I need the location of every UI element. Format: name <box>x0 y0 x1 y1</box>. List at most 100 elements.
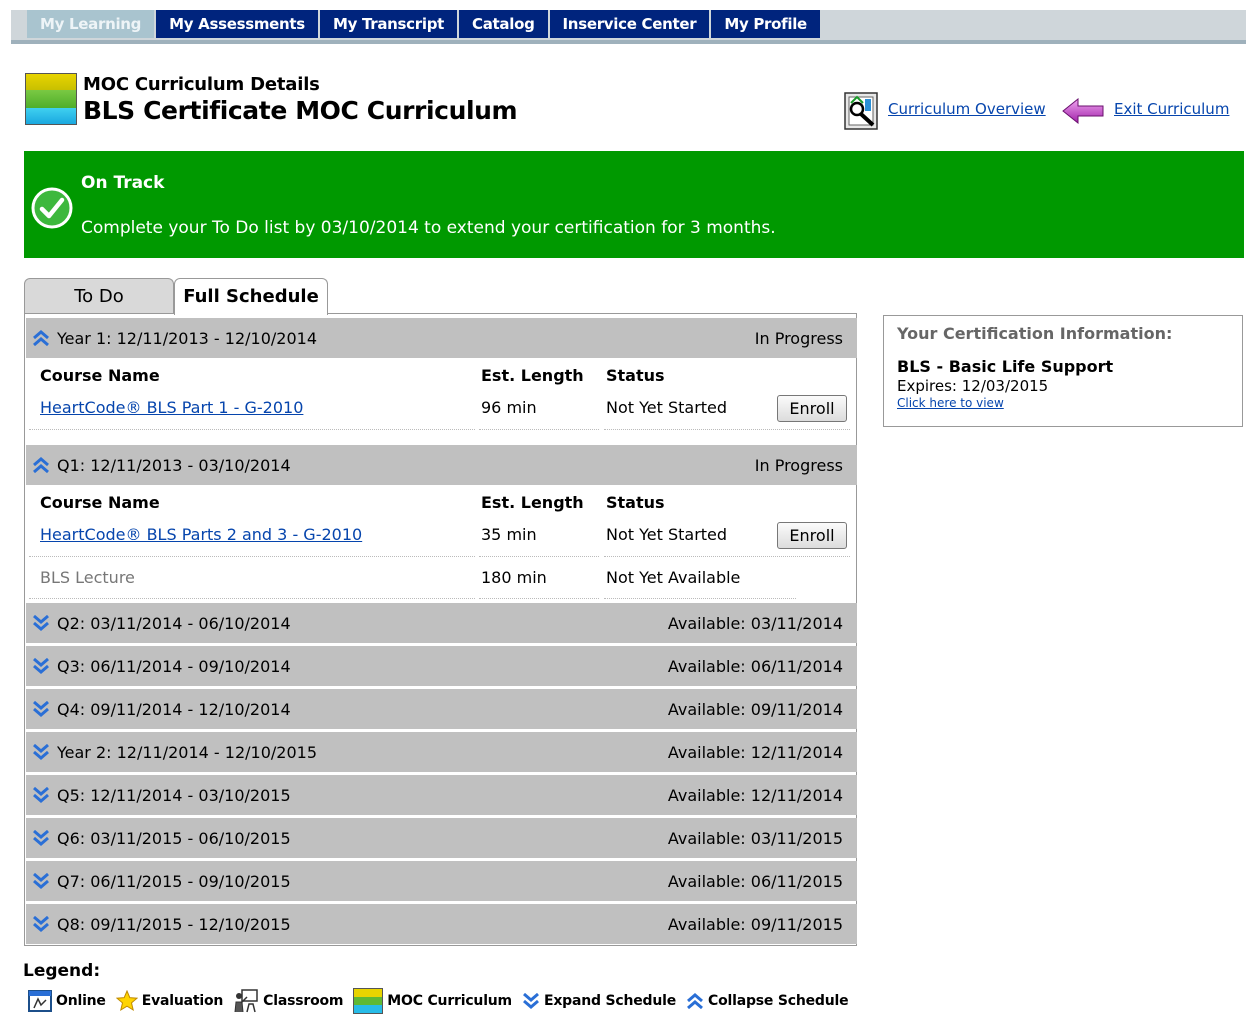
legend-item-expand-schedule: Expand Schedule <box>522 993 676 1009</box>
moc-curriculum-icon <box>25 73 77 125</box>
banner-message: Complete your To Do list by 03/10/2014 t… <box>81 218 776 238</box>
expand-chevron-icon[interactable] <box>32 873 50 889</box>
schedule-row-available: Available: 12/11/2014 <box>667 743 843 762</box>
legend-label: Collapse Schedule <box>708 993 849 1009</box>
schedule-row-label: Q6: 03/11/2015 - 06/10/2015 <box>57 829 291 848</box>
schedule-row-q6[interactable]: Q6: 03/11/2015 - 06/10/2015 Available: 0… <box>26 818 857 858</box>
schedule-row-state: In Progress <box>754 329 843 348</box>
expand-chevron-icon[interactable] <box>32 615 50 631</box>
schedule-row-label: Q8: 09/11/2015 - 12/10/2015 <box>57 915 291 934</box>
legend-label: Online <box>56 993 106 1009</box>
legend-title: Legend: <box>23 961 101 981</box>
legend-label: MOC Curriculum <box>387 993 512 1009</box>
course-status: Not Yet Available <box>606 568 741 587</box>
course-length: 96 min <box>481 398 537 417</box>
schedule-row-available: Available: 03/11/2015 <box>667 829 843 848</box>
check-circle-icon <box>31 187 73 229</box>
expand-chevron-icon[interactable] <box>32 787 50 803</box>
collapse-chevron-icon <box>687 993 703 1009</box>
legend-item-collapse-schedule: Collapse Schedule <box>686 993 849 1009</box>
nav-tab-my-assessments[interactable]: My Assessments <box>156 10 318 38</box>
course-length: 180 min <box>481 568 547 587</box>
legend-item-online: Online <box>28 990 106 1012</box>
legend: Online Evaluation Classroom MOC Curricul… <box>28 988 858 1014</box>
expand-chevron-icon[interactable] <box>32 916 50 932</box>
course-status: Not Yet Started <box>606 525 728 544</box>
course-link-bls-part-1[interactable]: HeartCode® BLS Part 1 - G-2010 <box>40 398 303 417</box>
banner-title: On Track <box>81 173 165 193</box>
certification-expires: Expires: 12/03/2015 <box>897 377 1049 395</box>
schedule-row-state: In Progress <box>754 456 843 475</box>
course-link-bls-parts-2-and-3[interactable]: HeartCode® BLS Parts 2 and 3 - G-2010 <box>40 525 362 544</box>
expand-chevron-icon[interactable] <box>32 701 50 717</box>
tab-to-do[interactable]: To Do <box>24 278 174 314</box>
schedule-row-label: Q4: 09/11/2014 - 12/10/2014 <box>57 700 291 719</box>
certification-heading: Your Certification Information: <box>897 324 1173 343</box>
schedule-row-available: Available: 03/11/2014 <box>667 614 843 633</box>
schedule-row-q8[interactable]: Q8: 09/11/2015 - 12/10/2015 Available: 0… <box>26 904 857 944</box>
course-status: Not Yet Started <box>606 398 728 417</box>
tab-full-schedule[interactable]: Full Schedule <box>174 278 328 315</box>
column-header-est-length: Est. Length <box>481 493 584 512</box>
expand-chevron-icon[interactable] <box>32 744 50 760</box>
row-divider <box>604 598 796 599</box>
legend-item-classroom: Classroom <box>233 989 343 1013</box>
top-nav-bar: My Learning My Assessments My Transcript… <box>11 10 1246 44</box>
legend-label: Classroom <box>263 993 344 1009</box>
evaluation-star-icon <box>115 990 138 1012</box>
nav-tab-my-transcript[interactable]: My Transcript <box>319 10 458 38</box>
certification-view-link[interactable]: Click here to view <box>897 396 1004 410</box>
collapse-chevron-icon[interactable] <box>32 330 50 346</box>
schedule-panel: Year 1: 12/11/2013 - 12/10/2014 In Progr… <box>24 313 857 946</box>
column-header-status: Status <box>606 493 665 512</box>
collapse-chevron-icon[interactable] <box>32 457 50 473</box>
course-length: 35 min <box>481 525 537 544</box>
certification-name: BLS - Basic Life Support <box>897 357 1114 376</box>
exit-arrow-icon[interactable] <box>1062 98 1104 124</box>
row-divider <box>479 429 599 430</box>
column-header-course-name: Course Name <box>40 366 160 385</box>
schedule-row-q3[interactable]: Q3: 06/11/2014 - 09/10/2014 Available: 0… <box>26 646 857 686</box>
row-divider <box>29 429 475 430</box>
nav-tab-my-learning[interactable]: My Learning <box>27 10 155 38</box>
row-divider <box>479 556 599 557</box>
schedule-row-year-1[interactable]: Year 1: 12/11/2013 - 12/10/2014 In Progr… <box>26 318 857 358</box>
curriculum-overview-link[interactable]: Curriculum Overview <box>888 100 1046 118</box>
status-banner: On Track Complete your To Do list by 03/… <box>24 151 1244 258</box>
nav-tab-my-profile[interactable]: My Profile <box>711 10 820 38</box>
curriculum-overview-icon[interactable] <box>843 89 883 131</box>
expand-chevron-icon <box>522 993 539 1009</box>
schedule-row-label: Q3: 06/11/2014 - 09/10/2014 <box>57 657 291 676</box>
exit-curriculum-link[interactable]: Exit Curriculum <box>1114 100 1229 118</box>
schedule-row-q4[interactable]: Q4: 09/11/2014 - 12/10/2014 Available: 0… <box>26 689 857 729</box>
schedule-row-available: Available: 12/11/2014 <box>667 786 843 805</box>
nav-tab-catalog[interactable]: Catalog <box>459 10 548 38</box>
expand-chevron-icon[interactable] <box>32 830 50 846</box>
online-icon <box>28 990 52 1012</box>
classroom-icon <box>234 989 258 1013</box>
schedule-row-label: Year 1: 12/11/2013 - 12/10/2014 <box>57 329 317 348</box>
nav-tab-inservice-center[interactable]: Inservice Center <box>549 10 710 38</box>
column-header-est-length: Est. Length <box>481 366 584 385</box>
schedule-row-q7[interactable]: Q7: 06/11/2015 - 09/10/2015 Available: 0… <box>26 861 857 901</box>
row-divider <box>29 556 475 557</box>
enroll-button[interactable]: Enroll <box>777 395 847 422</box>
row-divider <box>479 598 599 599</box>
schedule-row-q5[interactable]: Q5: 12/11/2014 - 03/10/2015 Available: 1… <box>26 775 857 815</box>
legend-label: Expand Schedule <box>543 993 677 1009</box>
moc-curriculum-icon <box>353 988 384 1014</box>
schedule-row-q2[interactable]: Q2: 03/11/2014 - 06/10/2014 Available: 0… <box>26 603 857 643</box>
legend-item-evaluation: Evaluation <box>115 990 224 1012</box>
expand-chevron-icon[interactable] <box>32 658 50 674</box>
row-divider <box>604 556 850 557</box>
schedule-row-label: Q5: 12/11/2014 - 03/10/2015 <box>57 786 291 805</box>
nav-tabs: My Learning My Assessments My Transcript… <box>27 10 822 38</box>
enroll-button[interactable]: Enroll <box>777 522 847 549</box>
schedule-row-q1[interactable]: Q1: 12/11/2013 - 03/10/2014 In Progress <box>26 445 857 485</box>
column-header-status: Status <box>606 366 665 385</box>
schedule-row-year-2[interactable]: Year 2: 12/11/2014 - 12/10/2015 Availabl… <box>26 732 857 772</box>
schedule-row-label: Q2: 03/11/2014 - 06/10/2014 <box>57 614 291 633</box>
column-header-course-name: Course Name <box>40 493 160 512</box>
legend-label: Evaluation <box>141 993 224 1009</box>
schedule-row-label: Q1: 12/11/2013 - 03/10/2014 <box>57 456 291 475</box>
